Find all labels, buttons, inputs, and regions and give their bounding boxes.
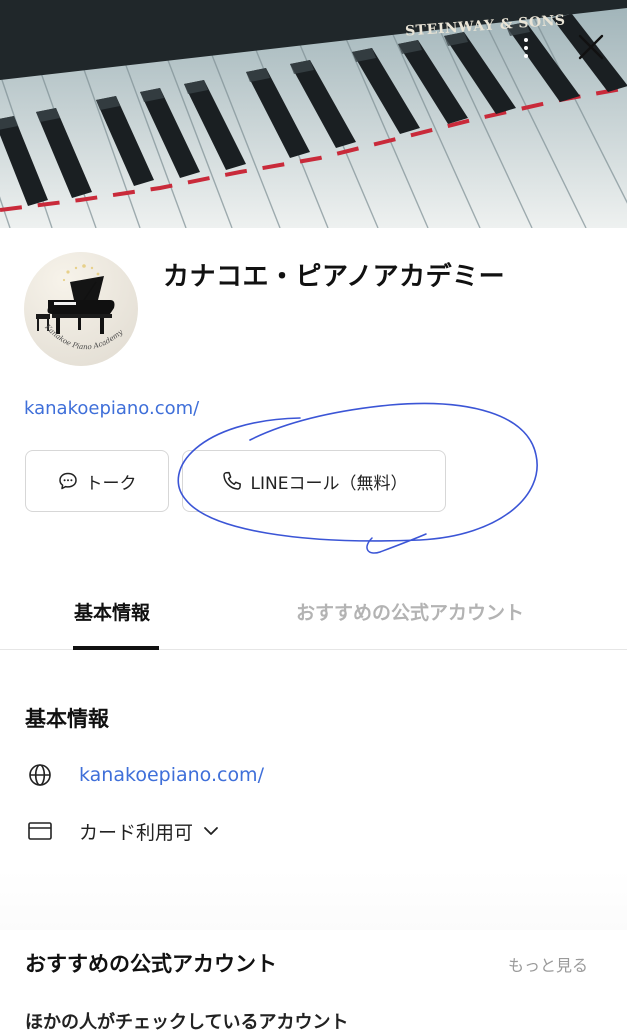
tab-recommended-accounts[interactable]: おすすめの公式アカウント xyxy=(296,598,524,625)
kebab-menu-icon[interactable] xyxy=(514,34,538,62)
active-tab-indicator xyxy=(73,646,159,650)
avatar[interactable]: Kanakoe Piano Academy xyxy=(24,252,138,366)
tab-basic-info[interactable]: 基本情報 xyxy=(74,598,150,625)
recommended-subtitle: ほかの人がチェックしているアカウント xyxy=(25,1012,349,1033)
see-more-link[interactable]: もっと見る xyxy=(508,952,588,976)
cover-image: STEINWAY & SONS xyxy=(0,0,627,228)
recommended-title: おすすめの公式アカウント xyxy=(25,952,277,976)
profile-website-link[interactable]: kanakoepiano.com/ xyxy=(24,398,199,419)
card-icon xyxy=(28,822,52,840)
basic-info-title: 基本情報 xyxy=(25,707,109,731)
account-name: カナコエ・ピアノアカデミー xyxy=(163,262,506,292)
website-link[interactable]: kanakoepiano.com/ xyxy=(79,764,264,786)
chevron-down-icon[interactable] xyxy=(203,825,219,837)
line-call-button[interactable]: LINEコール（無料） xyxy=(182,450,446,512)
payment-text: カード利用可 xyxy=(79,821,194,844)
section-gap xyxy=(0,870,627,930)
website-row[interactable]: kanakoepiano.com/ xyxy=(27,760,264,790)
payment-row[interactable]: カード利用可 xyxy=(27,816,219,846)
line-call-button-label: LINEコール（無料） xyxy=(250,473,408,494)
phone-icon xyxy=(222,471,241,490)
talk-button-label: トーク xyxy=(85,473,137,494)
chat-bubble-icon xyxy=(58,472,77,490)
grand-piano-logo-icon: Kanakoe Piano Academy xyxy=(24,252,138,366)
talk-button[interactable]: トーク xyxy=(25,450,169,512)
globe-icon xyxy=(29,764,51,786)
close-icon[interactable] xyxy=(574,30,608,64)
